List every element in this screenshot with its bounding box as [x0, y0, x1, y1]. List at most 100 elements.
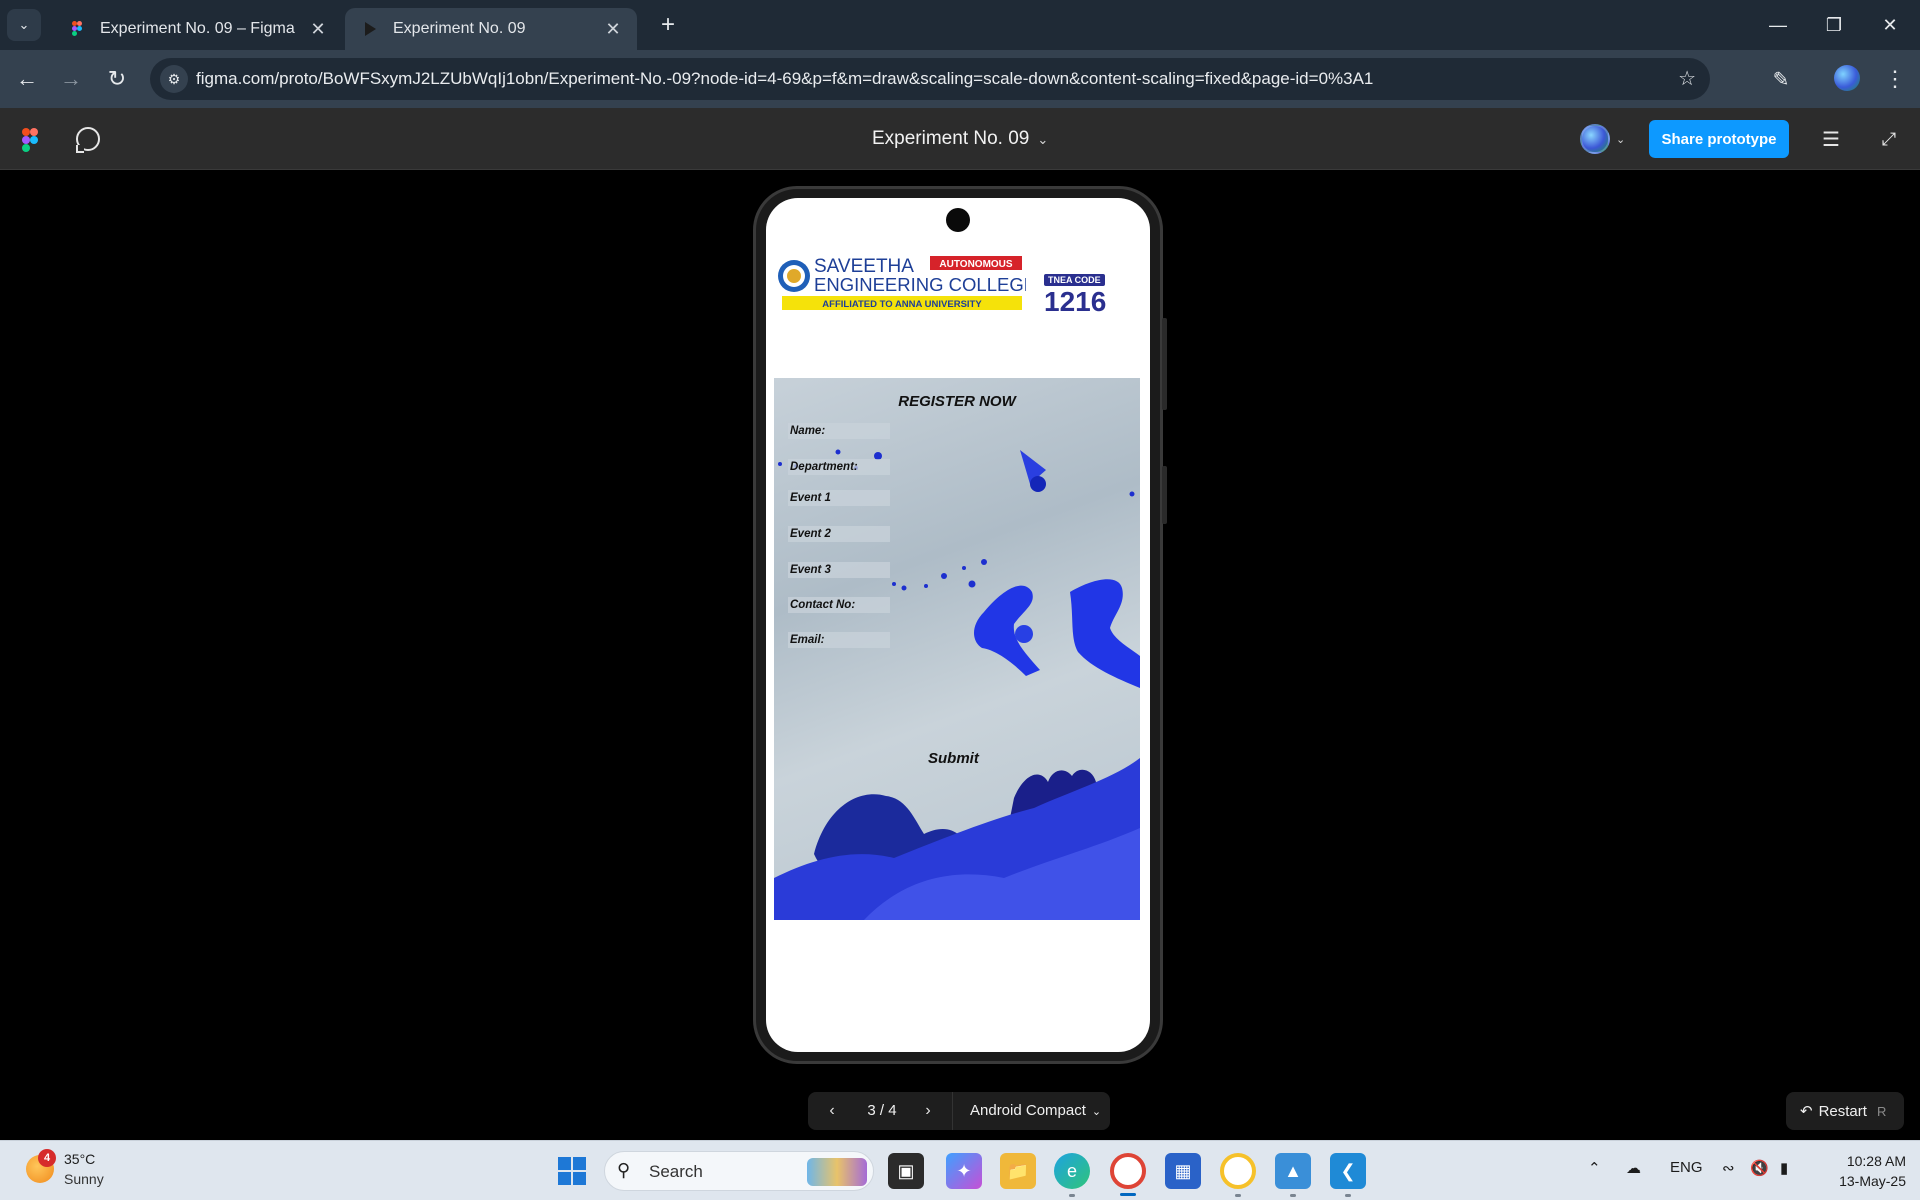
photos-icon[interactable]: ▲ — [1275, 1153, 1311, 1189]
figma-menu-icon[interactable] — [22, 128, 38, 152]
poster-title: REGISTER NOW — [898, 393, 1016, 410]
prototype-screen: SAVEETHA AUTONOMOUS ENGINEERING COLLEGE … — [766, 198, 1150, 1052]
microsoft-store-icon[interactable]: ▦ — [1165, 1153, 1201, 1189]
new-tab-button[interactable]: + — [652, 9, 684, 41]
search-highlight-image — [807, 1158, 867, 1186]
registration-poster: REGISTER NOW Name: Department: Event 1 E… — [774, 378, 1140, 920]
tab-prototype[interactable]: Experiment No. 09 ✕ — [345, 8, 637, 50]
chevron-down-icon: ⌄ — [1091, 1106, 1102, 1118]
comment-icon[interactable] — [76, 127, 100, 153]
weather-badge: 4 — [38, 1149, 56, 1167]
chevron-down-icon: ⌄ — [1037, 132, 1049, 147]
college-name-line2: ENGINEERING COLLEGE — [814, 274, 1026, 295]
settings-sliders-icon[interactable]: ☰ — [1818, 126, 1844, 152]
site-info-icon[interactable]: ⚙ — [160, 65, 188, 93]
close-tab-icon[interactable]: ✕ — [603, 19, 623, 40]
fullscreen-icon[interactable]: ⤢ — [1876, 126, 1902, 152]
badminton-player-right — [1070, 579, 1140, 688]
device-label: Android Compact — [970, 1102, 1086, 1119]
contact-no-field[interactable]: Contact No: — [788, 597, 890, 613]
tnea-code-badge: TNEA CODE 1216 — [1044, 270, 1112, 317]
name-field[interactable]: Name: — [788, 423, 890, 439]
event-3-field[interactable]: Event 3 — [788, 562, 890, 578]
next-frame-button[interactable]: › — [914, 1096, 942, 1126]
file-title: Experiment No. 09 — [872, 128, 1030, 149]
weather-condition[interactable]: Sunny — [64, 1171, 104, 1187]
temperature[interactable]: 35°C — [64, 1151, 95, 1167]
battery-icon[interactable]: ▮ — [1780, 1159, 1788, 1177]
tab-search-button[interactable]: ⌄ — [7, 9, 41, 41]
volume-button — [1162, 318, 1167, 410]
minimize-button[interactable]: — — [1758, 8, 1798, 42]
task-view-icon[interactable]: ▣ — [888, 1153, 924, 1189]
profile-avatar[interactable] — [1834, 65, 1860, 91]
affiliation-label: AFFILIATED TO ANNA UNIVERSITY — [822, 299, 982, 310]
close-window-button[interactable]: ✕ — [1870, 8, 1910, 42]
previous-frame-button[interactable]: ‹ — [818, 1096, 846, 1126]
email-field[interactable]: Email: — [788, 632, 890, 648]
browser-tab-strip: ⌄ Experiment No. 09 – Figma ✕ Experiment… — [0, 0, 1920, 50]
department-field[interactable]: Department: — [788, 459, 890, 475]
extensions-icon[interactable]: ✎ — [1764, 62, 1798, 96]
restart-shortcut: R — [1876, 1103, 1887, 1119]
address-bar[interactable]: ⚙ figma.com/proto/BoWFSxymJ2LZUbWqIj1obn… — [150, 58, 1710, 100]
submit-button[interactable]: Submit — [928, 750, 979, 767]
power-button — [1162, 466, 1167, 524]
avatar — [1580, 124, 1610, 154]
bookmark-star-icon[interactable]: ☆ — [1678, 66, 1696, 91]
divider — [952, 1092, 953, 1130]
shuttlecock-graphic — [1020, 450, 1046, 492]
chrome-icon-active[interactable] — [1110, 1153, 1146, 1189]
frame-counter: 3 / 4 — [867, 1102, 897, 1119]
viewer-avatar-menu[interactable]: ⌄ — [1580, 122, 1636, 156]
shuttle-ball — [1015, 625, 1033, 643]
chevron-up-icon[interactable]: ⌃ — [1588, 1159, 1601, 1177]
tnea-label: TNEA CODE — [1044, 274, 1105, 286]
wifi-icon[interactable]: ∾ — [1722, 1159, 1735, 1177]
running-indicator — [1069, 1194, 1075, 1197]
restart-label: Restart — [1818, 1102, 1867, 1120]
college-logo: SAVEETHA AUTONOMOUS ENGINEERING COLLEGE … — [778, 256, 1026, 310]
clock-time: 10:28 AM — [1846, 1153, 1906, 1169]
reload-button[interactable]: ↻ — [100, 62, 134, 96]
tab-title: Experiment No. 09 – Figma — [100, 20, 295, 37]
close-tab-icon[interactable]: ✕ — [308, 19, 328, 40]
url-text[interactable]: figma.com/proto/BoWFSxymJ2LZUbWqIj1obn/E… — [196, 69, 1373, 89]
system-clock[interactable]: 10:28 AM 13-May-25 — [1810, 1151, 1906, 1191]
copilot-icon[interactable]: ✦ — [946, 1153, 982, 1189]
tnea-code: 1216 — [1044, 286, 1107, 317]
forward-button[interactable]: → — [54, 62, 88, 96]
running-indicator — [1290, 1194, 1296, 1197]
active-app-indicator — [1120, 1193, 1136, 1196]
back-button[interactable]: ← — [10, 62, 44, 96]
file-title-dropdown[interactable]: Experiment No. 09 ⌄ — [872, 128, 1048, 150]
figma-icon — [72, 21, 82, 36]
chrome-icon[interactable] — [1220, 1153, 1256, 1189]
volume-muted-icon[interactable]: 🔇 — [1750, 1159, 1769, 1177]
device-dropdown[interactable]: Android Compact ⌄ — [970, 1102, 1101, 1119]
windows-taskbar: 4 35°C Sunny ⚲ Search ▣ ✦ 📁 e ▦ ▲ ❮ ⌃ ☁ … — [0, 1140, 1920, 1200]
restart-button[interactable]: ↶ Restart R — [1786, 1092, 1904, 1130]
event-1-field[interactable]: Event 1 — [788, 490, 890, 506]
onedrive-icon[interactable]: ☁ — [1626, 1159, 1641, 1177]
restart-icon: ↶ — [1800, 1103, 1813, 1120]
windows-start-icon[interactable] — [554, 1153, 590, 1189]
restore-button[interactable]: ❐ — [1814, 8, 1854, 42]
running-indicator — [1235, 1194, 1241, 1197]
play-icon — [365, 22, 376, 36]
share-prototype-button[interactable]: Share prototype — [1649, 120, 1789, 158]
prototype-pager: ‹ 3 / 4 › Android Compact ⌄ — [808, 1092, 1110, 1130]
search-placeholder: Search — [649, 1162, 703, 1181]
taskbar-search[interactable]: ⚲ Search — [604, 1151, 874, 1191]
camera-cutout — [946, 208, 970, 232]
event-2-field[interactable]: Event 2 — [788, 526, 890, 542]
chevron-down-icon: ⌄ — [1616, 133, 1626, 146]
autonomous-label: AUTONOMOUS — [939, 259, 1012, 270]
tab-figma-editor[interactable]: Experiment No. 09 – Figma ✕ — [52, 8, 342, 50]
vscode-icon[interactable]: ❮ — [1330, 1153, 1366, 1189]
language-indicator[interactable]: ENG — [1670, 1159, 1703, 1176]
browser-menu-icon[interactable]: ⋮ — [1880, 62, 1910, 96]
file-explorer-icon[interactable]: 📁 — [1000, 1153, 1036, 1189]
figma-toolbar: Experiment No. 09 ⌄ ⌄ Share prototype ☰ ⤢ — [0, 108, 1920, 170]
edge-icon[interactable]: e — [1054, 1153, 1090, 1189]
